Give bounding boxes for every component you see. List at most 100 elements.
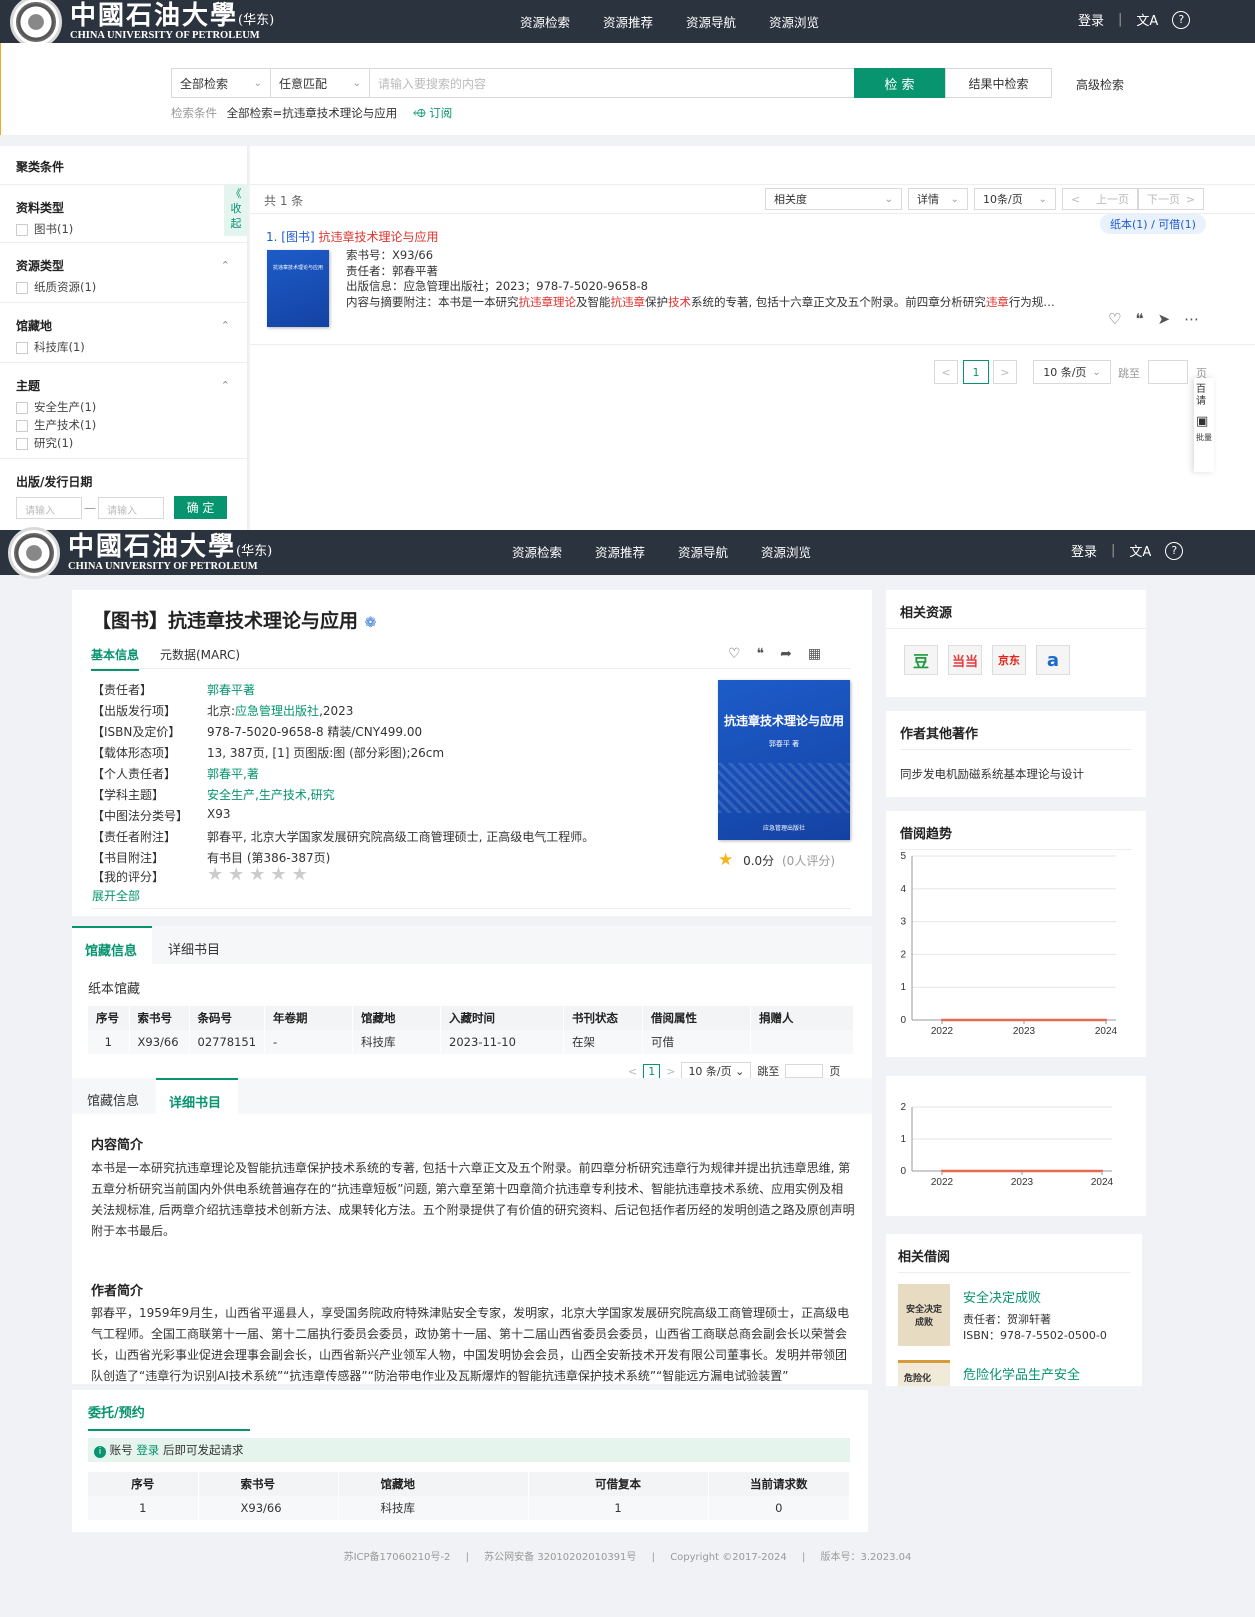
expand-all-link[interactable]: 展开全部 [92, 887, 140, 904]
share-icon[interactable]: ➤ [1158, 310, 1171, 328]
sort-select[interactable]: 相关度 ⌄ [765, 188, 902, 210]
star-icon[interactable]: ★ [228, 864, 244, 885]
floating-tools[interactable]: 百 请 ▣ 批量 [1194, 378, 1214, 472]
chevron-up-icon[interactable]: ⌃ [221, 319, 230, 332]
translate-icon[interactable]: 文A [1136, 10, 1158, 29]
share-icon[interactable]: ➦ [780, 646, 792, 662]
field-value-link[interactable]: 安全生产,生产技术,研究 [207, 786, 335, 803]
star-icon[interactable]: ★ [270, 864, 286, 885]
checkbox[interactable] [16, 437, 28, 450]
date-confirm-button[interactable]: 确 定 [174, 496, 227, 519]
search-in-results-button[interactable]: 结果中检索 [945, 68, 1052, 98]
star-icon[interactable]: ★ [249, 864, 265, 885]
date-from-input[interactable]: 请输入 [16, 496, 82, 519]
douban-icon[interactable]: 豆 [904, 645, 938, 675]
pager-size-select[interactable]: 10 条/页 ⌄ [1033, 360, 1111, 384]
cite-icon[interactable]: ❝ [1135, 310, 1143, 328]
facet-option[interactable]: 研究(1) [16, 434, 232, 452]
nav-resource-search[interactable]: 资源检索 [520, 12, 570, 31]
jd-icon[interactable]: 京东 [992, 645, 1026, 675]
availability-badge[interactable]: 纸本(1) / 可借(1) [1100, 214, 1206, 234]
facet-option[interactable]: 图书(1) [16, 220, 232, 238]
nav-resource-recommend[interactable]: 资源推荐 [595, 542, 645, 561]
pager-jump-input[interactable] [785, 1064, 824, 1078]
checkbox[interactable] [16, 419, 28, 432]
batch-icon[interactable]: ▣ [1196, 415, 1212, 428]
cell-borrow[interactable]: 可借 [642, 1030, 752, 1054]
date-to-input[interactable]: 请输入 [98, 496, 164, 519]
facet-option[interactable]: 科技库(1) [16, 338, 232, 356]
col-callno[interactable]: 索书号 [129, 1006, 190, 1030]
publisher-link[interactable]: 应急管理出版社 [235, 704, 319, 718]
facet-option[interactable]: 安全生产(1) [16, 398, 232, 416]
translate-icon[interactable]: 文A [1129, 541, 1151, 560]
checkbox[interactable] [16, 223, 28, 236]
borrow-item-title-2[interactable]: 危险化学品生产安全 [963, 1364, 1080, 1383]
collapse-button[interactable]: 《 收 起 [224, 184, 248, 236]
nav-resource-navigation[interactable]: 资源导航 [686, 12, 736, 31]
field-value-link[interactable]: 郭春平著 [207, 681, 255, 698]
favorite-icon[interactable]: ♡ [728, 646, 741, 662]
qrcode-icon[interactable]: ▦ [808, 646, 821, 662]
help-icon[interactable]: ? [1172, 10, 1191, 29]
col-location[interactable]: 馆藏地 [352, 1006, 442, 1030]
star-icon[interactable]: ★ [207, 864, 223, 885]
tab-marc[interactable]: 元数据(MARC) [160, 646, 240, 663]
pager-jump-input[interactable] [1148, 360, 1188, 384]
search-scope-select[interactable]: 全部检索 ⌄ [171, 68, 271, 98]
favorite-icon[interactable]: ♡ [1108, 310, 1121, 328]
field-value-link[interactable]: 郭春平,著 [207, 765, 259, 782]
borrow-item-title[interactable]: 安全决定成败 [963, 1287, 1041, 1306]
author-work-link[interactable]: 同步发电机励磁系统基本理论与设计 [900, 766, 1084, 782]
login-link[interactable]: 登录 [1078, 10, 1104, 29]
nav-resource-search[interactable]: 资源检索 [512, 542, 562, 561]
login-link[interactable]: 登录 [1071, 541, 1097, 560]
chevron-up-icon[interactable]: ⌃ [221, 379, 230, 392]
search-input[interactable]: 请输入要搜索的内容 [369, 68, 855, 98]
chevron-right-icon[interactable]: > [666, 1065, 675, 1078]
rating-stars[interactable]: ★ ★ ★ ★ ★ [207, 864, 313, 885]
university-logo[interactable]: 中國石油大學(华东) CHINA UNIVERSITY OF PETROLEUM [10, 0, 274, 48]
facet-option[interactable]: 生产技术(1) [16, 416, 232, 434]
nav-resource-browse[interactable]: 资源浏览 [761, 542, 811, 561]
more-icon[interactable]: ⋯ [1184, 310, 1199, 328]
subscribe-link[interactable]: ⬲ 订阅 [413, 106, 452, 120]
result-cover-image[interactable]: 抗违章技术理论与应用 [267, 250, 329, 327]
tab-detailed-bib[interactable]: 详细书目 [156, 1078, 238, 1114]
detail-cover-image[interactable]: 抗违章技术理论与应用 郭春平 著 应急管理出版社 [718, 680, 850, 840]
view-select[interactable]: 详情 ⌄ [908, 188, 968, 210]
per-page-select[interactable]: 10条/页 ⌄ [974, 188, 1056, 210]
facet-option[interactable]: 纸质资源(1) [16, 278, 232, 296]
checkbox[interactable] [16, 401, 28, 414]
search-button[interactable]: 检 索 [854, 68, 945, 98]
table-row[interactable]: 1 X93/66 02778151 - 科技库 2023-11-10 在架 可借 [88, 1030, 854, 1054]
result-item-title[interactable]: 1. [图书] 抗违章技术理论与应用 [266, 228, 439, 245]
col-volume[interactable]: 年卷期 [264, 1006, 354, 1030]
next-page-button[interactable]: 下一页 > [1138, 188, 1204, 210]
notice-login-link[interactable]: 登录 [136, 1443, 159, 1457]
amazon-icon[interactable]: a [1036, 645, 1070, 675]
chevron-left-icon[interactable]: < [628, 1065, 637, 1078]
cite-icon[interactable]: ❝ [757, 646, 765, 662]
star-icon[interactable]: ★ [292, 864, 308, 885]
pager-prev[interactable]: < [934, 360, 958, 384]
nav-resource-browse[interactable]: 资源浏览 [769, 12, 819, 31]
borrow-item-cover-2[interactable]: 危险化 [898, 1360, 950, 1386]
checkbox[interactable] [16, 281, 28, 294]
nav-resource-navigation[interactable]: 资源导航 [678, 542, 728, 561]
police-link[interactable]: 苏公网安备 32010202010391号 [484, 1552, 636, 1563]
checkbox[interactable] [16, 341, 28, 354]
tab-holdings[interactable]: 馆藏信息 [87, 1090, 139, 1109]
search-match-select[interactable]: 任意匹配 ⌄ [270, 68, 370, 98]
university-logo-2[interactable]: 中國石油大學(华东) CHINA UNIVERSITY OF PETROLEUM [8, 527, 272, 579]
col-borrow[interactable]: 借阅属性 [642, 1006, 752, 1030]
result-title[interactable]: 抗违章技术理论与应用 [318, 230, 438, 244]
pager-next[interactable]: > [993, 360, 1017, 384]
borrow-item-cover[interactable]: 安全决定成败 [898, 1284, 950, 1346]
dangdang-icon[interactable]: 当当 [948, 645, 982, 675]
chevron-up-icon[interactable]: ⌃ [221, 259, 230, 272]
prev-page-button[interactable]: < 上一页 [1062, 188, 1138, 210]
pager-page-1[interactable]: 1 [643, 1063, 661, 1079]
pager-page-1[interactable]: 1 [963, 360, 989, 384]
help-icon[interactable]: ? [1165, 541, 1184, 560]
